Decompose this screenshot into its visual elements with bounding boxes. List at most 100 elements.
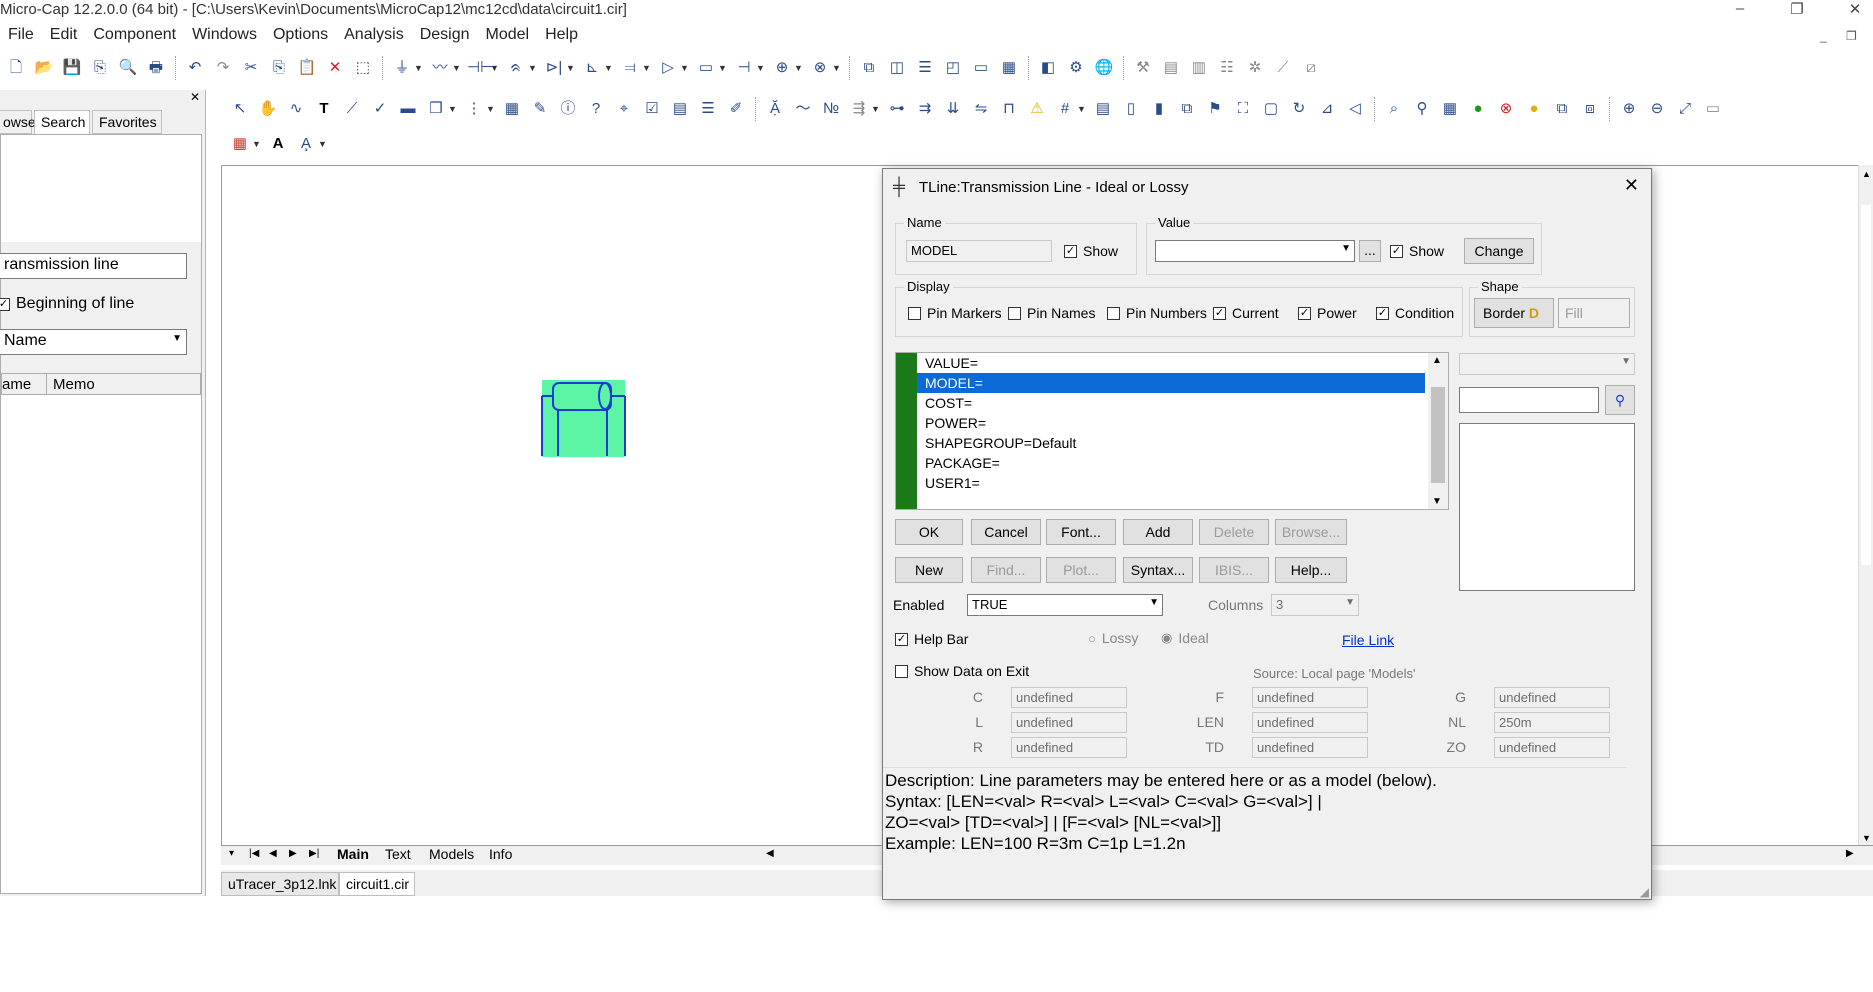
probe-icon[interactable]: ⌖ [613, 98, 635, 120]
tool-b-icon[interactable]: ▤ [1160, 57, 1182, 79]
resize-grip-icon[interactable]: ◢ [1640, 885, 1649, 899]
help-icon[interactable]: ? [585, 98, 607, 120]
calculator-small-icon[interactable]: ▦ [1439, 98, 1461, 120]
chevron-down-icon[interactable]: ▼ [756, 63, 766, 73]
rotate-icon[interactable]: ↻ [1288, 98, 1310, 120]
chevron-down-icon[interactable]: ▼ [490, 63, 500, 73]
ground-icon[interactable]: ⏚ [391, 57, 413, 79]
tile-vertical-icon[interactable]: ◫ [886, 57, 908, 79]
revert-icon[interactable]: ⎘ [89, 57, 111, 79]
attribute-list-scrollbar[interactable]: ▲ ▼ [1428, 353, 1448, 509]
lossy-radio[interactable]: ○ Lossy [1088, 630, 1138, 646]
condition-icon[interactable]: ⇋ [970, 98, 992, 120]
node-icon[interactable]: ⋮ [463, 98, 485, 120]
edit-icon[interactable]: ✐ [725, 98, 747, 120]
file-link[interactable]: File Link [1342, 632, 1394, 648]
param-len-input[interactable]: undefined [1252, 712, 1368, 733]
globe-icon[interactable]: 🌐 [1093, 57, 1115, 79]
font-button[interactable]: Font... [1046, 519, 1116, 545]
zoom-in-icon[interactable]: ⊕ [1618, 98, 1640, 120]
bus-icon[interactable]: ▬ [397, 98, 419, 120]
select-all-icon[interactable]: ⬚ [352, 57, 374, 79]
param-f-input[interactable]: undefined [1252, 687, 1368, 708]
window-icon[interactable]: ◰ [942, 57, 964, 79]
chevron-down-icon[interactable]: ▼ [680, 63, 690, 73]
ibis-button[interactable]: IBIS... [1199, 557, 1269, 583]
model-find-input[interactable] [1459, 387, 1599, 413]
param-c-input[interactable]: undefined [1011, 687, 1127, 708]
sheet-prev-icon[interactable]: ◀ [269, 848, 277, 859]
opamp-icon[interactable]: ▷ [657, 57, 679, 79]
browse-button[interactable]: Browse... [1275, 519, 1347, 545]
chevron-down-icon[interactable]: ▼ [794, 63, 804, 73]
current-icon[interactable]: ⇉ [914, 98, 936, 120]
menu-analysis[interactable]: Analysis [336, 24, 412, 44]
column-name[interactable]: ame [2, 376, 31, 393]
menu-windows[interactable]: Windows [184, 24, 265, 44]
pin-names-checkbox[interactable]: Pin Names [1008, 305, 1095, 321]
delete-button[interactable]: Delete [1199, 519, 1269, 545]
tool-f-icon[interactable]: ⟋ [1272, 57, 1294, 79]
frame-icon[interactable]: ▢ [1260, 98, 1282, 120]
menu-model[interactable]: Model [478, 24, 538, 44]
restore-button[interactable]: ❐ [1782, 0, 1812, 18]
dialog-close-icon[interactable]: ✕ [1624, 175, 1639, 196]
chevron-down-icon[interactable]: ▼ [414, 63, 424, 73]
tool-d-icon[interactable]: ☷ [1216, 57, 1238, 79]
scroll-up-icon[interactable]: ▲ [1432, 355, 1442, 366]
inductor-icon[interactable]: ᨑ [505, 57, 527, 79]
capacitor-icon[interactable]: ⊣⊢ [467, 57, 493, 79]
redo-icon[interactable]: ↷ [212, 57, 234, 79]
ok-button[interactable]: OK [895, 519, 963, 545]
font-icon[interactable]: A [267, 133, 289, 155]
sheet-nav-dropdown-icon[interactable]: ▾ [229, 848, 234, 859]
model-library-select[interactable]: ▼ [1459, 353, 1635, 375]
tab-info[interactable]: Info [489, 846, 512, 862]
tab-main[interactable]: Main [337, 846, 369, 862]
stop-icon[interactable]: ⊗ [1495, 98, 1517, 120]
cut-icon[interactable]: ✂ [240, 57, 262, 79]
undo-icon[interactable]: ↶ [184, 57, 206, 79]
mosfet-icon[interactable]: ⫤ [619, 57, 641, 79]
calculator-icon[interactable]: ▦ [998, 57, 1020, 79]
info-icon[interactable]: ⓘ [557, 98, 579, 120]
param-r-input[interactable]: undefined [1011, 737, 1127, 758]
copy-window-icon[interactable]: ⧉ [1551, 98, 1573, 120]
tab-favorites[interactable]: Favorites [92, 110, 162, 134]
page-d-icon[interactable]: ⧉ [1176, 98, 1198, 120]
flip-icon[interactable]: ◁ [1344, 98, 1366, 120]
text-tool-icon[interactable]: T [313, 98, 335, 120]
scroll-up-icon[interactable]: ▲ [1862, 169, 1871, 179]
help-button[interactable]: Help... [1275, 557, 1347, 583]
columns-select[interactable]: 3 ▼ [1271, 594, 1359, 616]
grid-icon[interactable]: # [1054, 98, 1076, 120]
value-show-checkbox[interactable]: ✓ Show [1390, 243, 1444, 259]
battery-icon[interactable]: ⊣ [733, 57, 755, 79]
plot-button[interactable]: Plot... [1046, 557, 1116, 583]
chevron-down-icon[interactable]: ▼ [604, 63, 614, 73]
chevron-down-icon[interactable]: ▼ [1077, 104, 1087, 114]
grid-table-icon[interactable]: ▦ [501, 98, 523, 120]
subcircuit-icon[interactable]: ▭ [695, 57, 717, 79]
column-memo[interactable]: Memo [46, 374, 101, 394]
go-icon[interactable]: ● [1467, 98, 1489, 120]
scroll-down-icon[interactable]: ▼ [1432, 496, 1442, 507]
attribute-row[interactable]: VALUE= [917, 353, 1425, 373]
tab-text[interactable]: Text [385, 846, 411, 862]
component-editor-icon[interactable]: ⚙ [1065, 57, 1087, 79]
search-field-select[interactable]: Name ▼ [0, 329, 187, 355]
attribute-row[interactable]: COST= [917, 393, 1425, 413]
attribute-row[interactable]: SHAPEGROUP=Default [917, 433, 1425, 453]
transistor-icon[interactable]: ⊾ [581, 57, 603, 79]
tab-models[interactable]: Models [429, 846, 474, 862]
chevron-down-icon[interactable]: ▼ [718, 63, 728, 73]
chevron-down-icon[interactable]: ▼ [832, 63, 842, 73]
page-c-icon[interactable]: ▮ [1148, 98, 1170, 120]
chevron-down-icon[interactable]: ▼ [528, 63, 538, 73]
scroll-down-icon[interactable]: ▼ [1862, 833, 1871, 843]
flag-icon[interactable]: ⚑ [1204, 98, 1226, 120]
border-button[interactable]: Border D [1474, 298, 1554, 328]
checkbox-tool-icon[interactable]: ☑ [641, 98, 663, 120]
node-voltage-icon[interactable]: ⊶ [886, 98, 908, 120]
file-tab-utracer[interactable]: uTracer_3p12.lnk [221, 872, 339, 896]
